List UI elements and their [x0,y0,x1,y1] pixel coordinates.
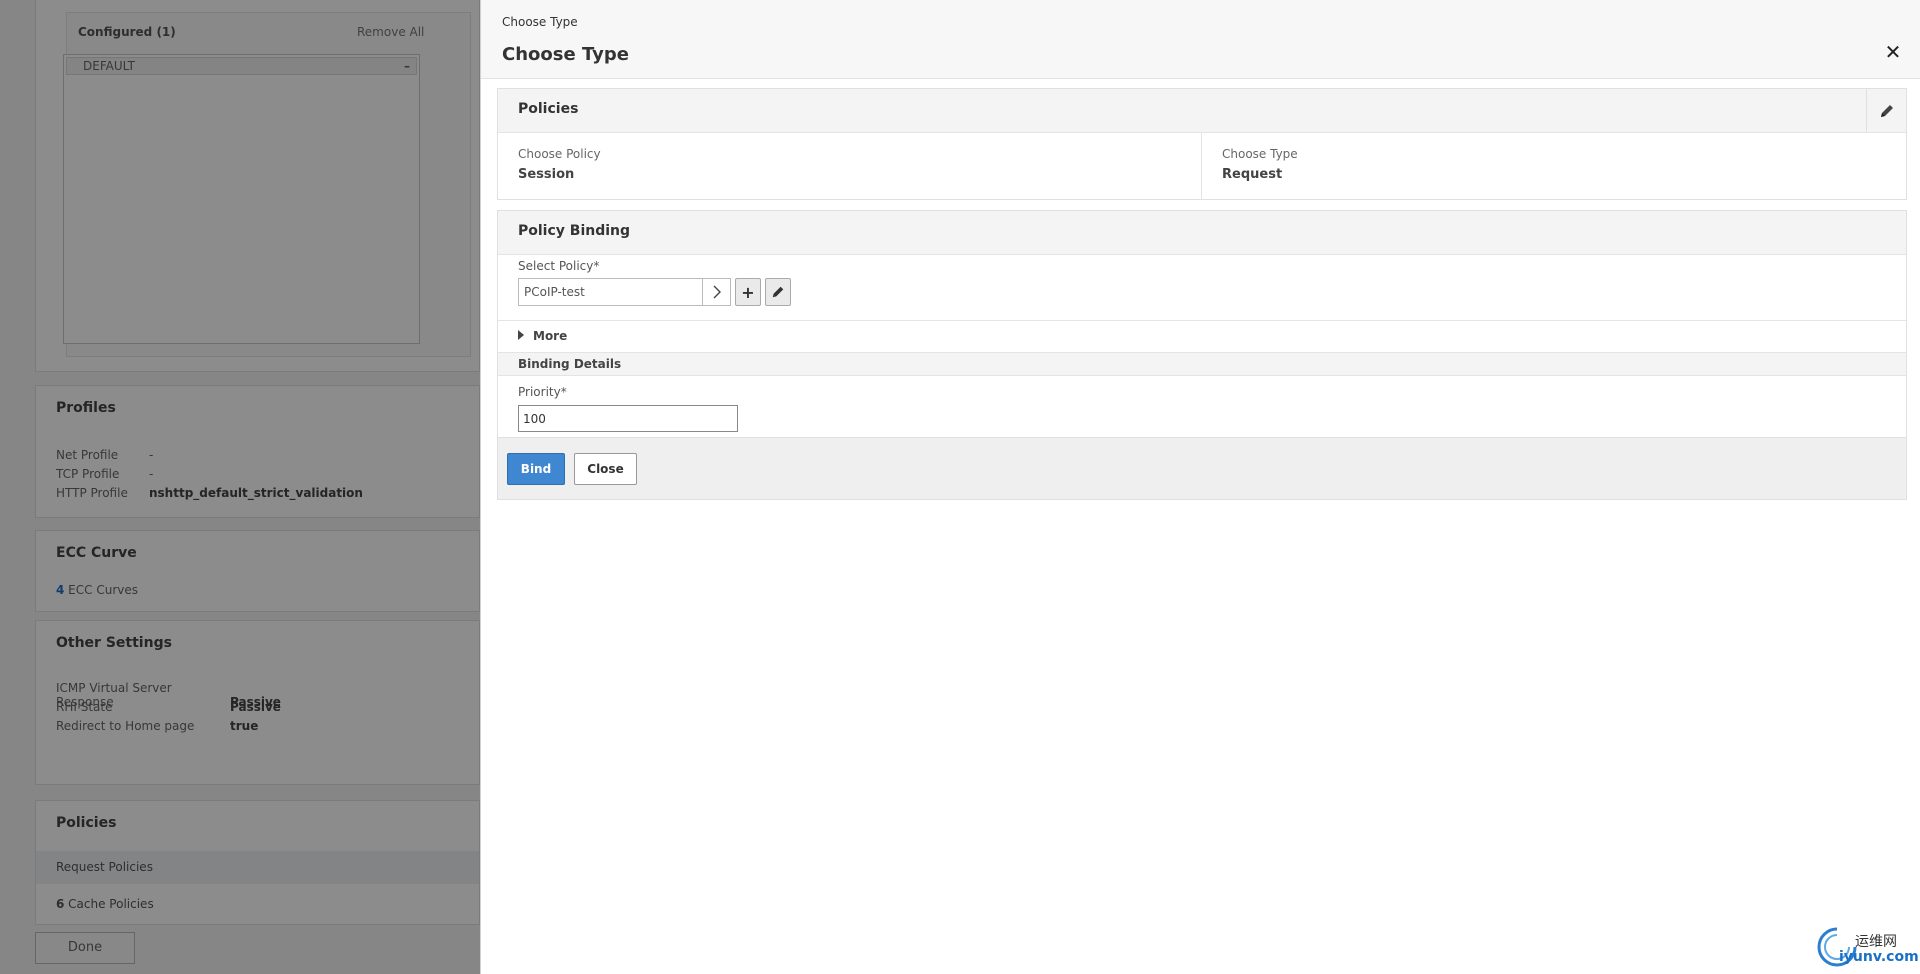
choose-type-label: Choose Type [1222,147,1298,161]
edit-policies-button[interactable] [1866,89,1906,132]
edit-policy-button[interactable] [765,278,791,306]
policy-binding-header: Policy Binding [498,211,1906,255]
choose-type-value: Request [1222,167,1283,182]
policies-section-header: Policies [498,89,1906,133]
bind-button[interactable]: Bind [507,453,565,485]
panel-header: Choose Type Choose Type ✕ [481,0,1920,79]
choose-policy-col: Choose Policy Session [498,133,1202,200]
choose-policy-label: Choose Policy [518,147,601,161]
plus-icon: + [741,282,755,302]
choose-policy-value: Session [518,167,575,182]
select-policy-input[interactable] [519,279,703,305]
priority-label: Priority* [518,385,567,399]
more-toggle[interactable]: More [498,320,1906,352]
binding-footer: Bind Close [498,437,1906,499]
breadcrumb: Choose Type [502,15,578,29]
select-policy-arrow-button[interactable] [703,279,730,305]
select-policy-label: Select Policy* [518,259,600,273]
close-button[interactable]: Close [574,453,637,485]
policy-binding-title: Policy Binding [518,223,631,239]
chevron-right-icon [713,285,721,299]
select-policy-field [518,278,731,306]
modal-overlay[interactable] [0,0,480,974]
policies-section: Policies Choose Policy Session Choose Ty… [497,88,1907,200]
binding-details-header: Binding Details [498,352,1906,376]
pencil-icon [1880,104,1893,117]
pencil-icon [772,286,784,298]
binding-details-title: Binding Details [518,357,622,371]
more-label: More [533,329,568,343]
choose-type-col: Choose Type Request [1202,133,1906,200]
caret-right-icon [518,330,524,340]
policy-binding-section: Policy Binding Select Policy* + More Bin… [497,210,1907,500]
close-icon[interactable]: ✕ [1881,40,1905,64]
policies-info: Choose Policy Session Choose Type Reques… [498,133,1906,200]
policies-section-title: Policies [518,101,579,117]
page-title: Choose Type [502,44,629,65]
add-policy-button[interactable]: + [735,278,761,306]
watermark-cn: 运维网 [1855,934,1897,950]
watermark-logo: 运维网 iyunv.com [1815,925,1919,969]
watermark-en: iyunv.com [1839,949,1919,965]
choose-type-panel: Choose Type Choose Type ✕ Policies Choos… [480,0,1920,974]
priority-input[interactable] [518,405,738,432]
